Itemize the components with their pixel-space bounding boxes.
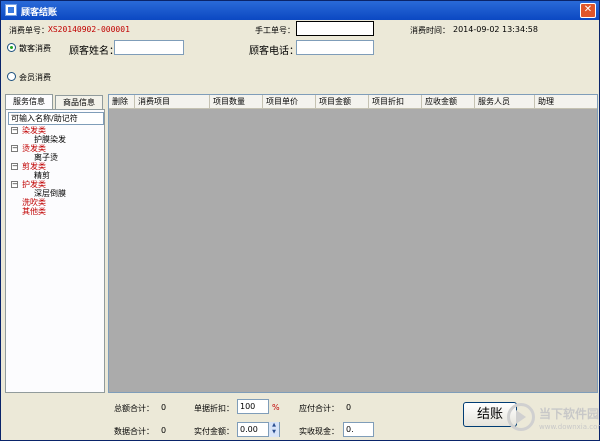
- customer-phone-label: 顾客电话：: [249, 46, 299, 57]
- service-panel: 可输入名称/助记符 − 染发类 护膜染发 − 烫发类 离子烫 − 剪发类 精剪 …: [5, 109, 105, 393]
- actual-amount-spinner[interactable]: ▲ ▼: [268, 422, 279, 437]
- col-staff[interactable]: 服务人员: [475, 95, 535, 109]
- expand-minus-icon[interactable]: −: [11, 145, 18, 152]
- order-no-label: 消费单号：: [9, 26, 49, 35]
- col-delete[interactable]: 删除: [109, 95, 135, 109]
- cash-label: 实收现金：: [299, 427, 339, 436]
- tree-category[interactable]: 其他类: [22, 207, 46, 216]
- walkin-label[interactable]: 散客消费: [19, 43, 51, 54]
- actual-label: 实付金额：: [194, 427, 234, 436]
- tree-item[interactable]: 精剪: [34, 171, 50, 180]
- tree-category[interactable]: 剪发类: [22, 162, 46, 171]
- watermark-name: 当下软件园: [539, 407, 600, 421]
- tab-product-info[interactable]: 商品信息: [55, 95, 103, 109]
- tree-category[interactable]: 护发类: [22, 180, 46, 189]
- payable-label: 应付合计：: [299, 404, 339, 413]
- col-discount[interactable]: 项目折扣: [369, 95, 422, 109]
- app-icon: [5, 4, 17, 16]
- tree-category[interactable]: 洗吹类: [22, 198, 46, 207]
- watermark: 当下软件园 www.downxia.com: [507, 401, 600, 439]
- member-radio[interactable]: [7, 72, 16, 81]
- col-qty[interactable]: 项目数量: [210, 95, 263, 109]
- grid-header: 删除 消费项目 项目数量 项目单价 项目金额 项目折扣 应收金额 服务人员 助理: [109, 95, 597, 109]
- spin-down-icon[interactable]: ▼: [269, 429, 279, 436]
- search-input[interactable]: 可输入名称/助记符: [8, 112, 104, 125]
- data-total-label: 数据合计：: [114, 427, 154, 436]
- manual-no-input[interactable]: [296, 21, 374, 36]
- col-assistant[interactable]: 助理: [535, 95, 597, 109]
- col-item[interactable]: 消费项目: [135, 95, 210, 109]
- expand-minus-icon[interactable]: −: [11, 127, 18, 134]
- discount-label: 单据折扣：: [194, 404, 234, 413]
- tree-item[interactable]: 离子烫: [34, 153, 58, 162]
- discount-unit: %: [272, 403, 280, 412]
- data-total-value: 0: [161, 426, 167, 435]
- checkout-window: 顾客结账 ✕ 消费单号： XS20140902-000001 手工单号： 消费时…: [0, 0, 600, 441]
- spin-up-icon[interactable]: ▲: [269, 422, 279, 429]
- tree-category[interactable]: 染发类: [22, 126, 46, 135]
- payable-value: 0: [346, 403, 352, 412]
- col-unit-price[interactable]: 项目单价: [263, 95, 316, 109]
- window-title: 顾客结账: [21, 8, 58, 18]
- total-value: 0: [161, 403, 167, 412]
- tree-item[interactable]: 护膜染发: [34, 135, 66, 144]
- col-receivable[interactable]: 应收金额: [422, 95, 475, 109]
- items-grid[interactable]: 删除 消费项目 项目数量 项目单价 项目金额 项目折扣 应收金额 服务人员 助理: [108, 94, 598, 393]
- manual-no-label: 手工单号：: [255, 26, 295, 35]
- play-logo-icon: [507, 403, 535, 431]
- order-no-value: XS20140902-000001: [48, 25, 130, 34]
- watermark-url: www.downxia.com: [539, 423, 600, 431]
- discount-input[interactable]: [237, 399, 269, 414]
- col-amount[interactable]: 项目金额: [316, 95, 369, 109]
- close-button[interactable]: ✕: [580, 3, 596, 18]
- customer-name-label: 顾客姓名：: [69, 46, 119, 57]
- total-label: 总额合计：: [114, 404, 154, 413]
- expand-minus-icon[interactable]: −: [11, 181, 18, 188]
- expand-minus-icon[interactable]: −: [11, 163, 18, 170]
- tab-service-info[interactable]: 服务信息: [5, 94, 53, 109]
- customer-phone-input[interactable]: [296, 40, 374, 55]
- customer-name-input[interactable]: [114, 40, 184, 55]
- tree-category[interactable]: 烫发类: [22, 144, 46, 153]
- title-bar[interactable]: 顾客结账 ✕: [1, 1, 599, 20]
- cash-input[interactable]: [343, 422, 374, 437]
- time-label: 消费时间：: [410, 26, 450, 35]
- walkin-radio[interactable]: [7, 43, 16, 52]
- tree-item[interactable]: 深层倒膜: [34, 189, 66, 198]
- member-label[interactable]: 会员消费: [19, 72, 51, 83]
- time-value: 2014-09-02 13:34:58: [453, 25, 538, 34]
